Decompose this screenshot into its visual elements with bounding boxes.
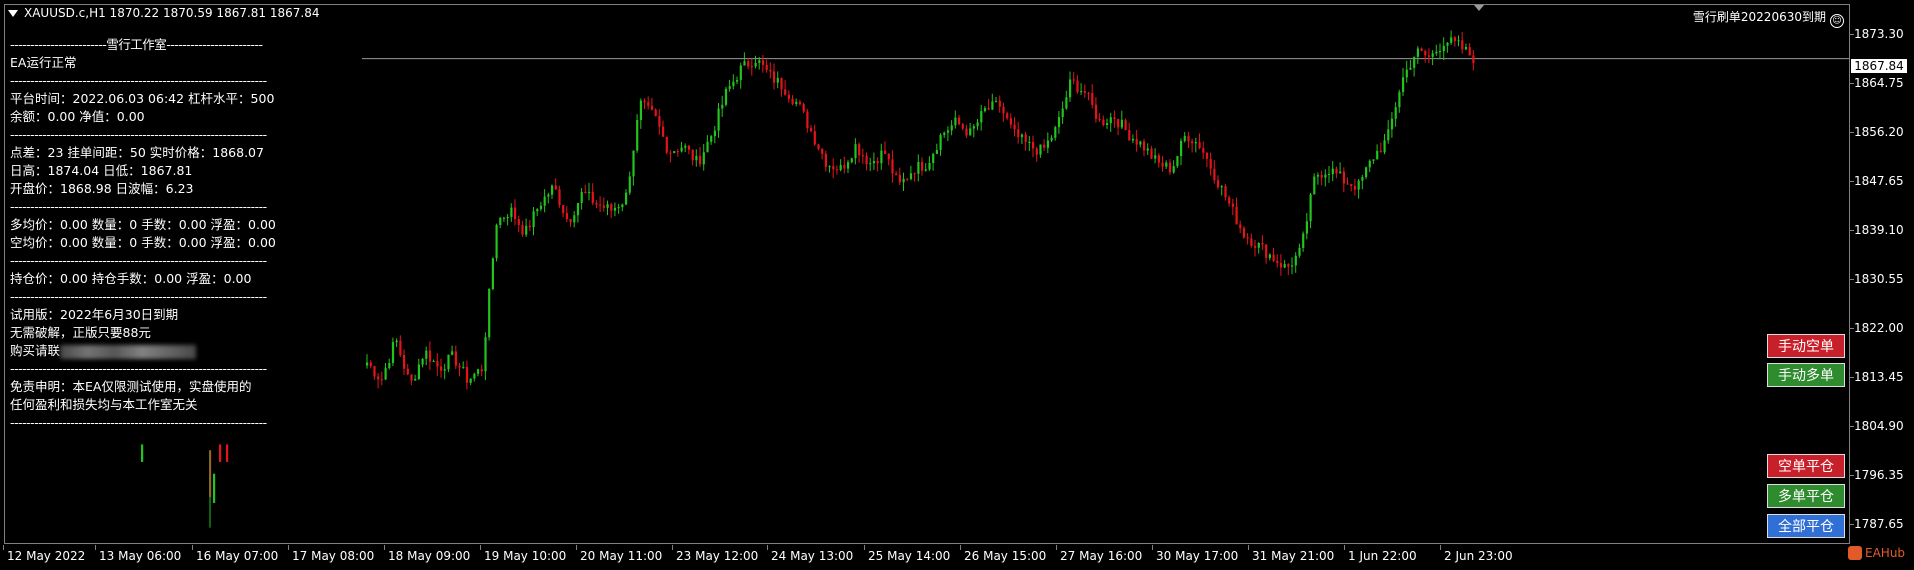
time-tick: 27 May 16:00 <box>1055 545 1143 563</box>
position-info: 持仓价：0.00 持仓手数：0.00 浮盈：0.00 <box>10 271 252 286</box>
price-tick: 1839.10 <box>1850 223 1904 237</box>
separator: ----------------------------------------… <box>10 253 267 268</box>
time-tick: 16 May 07:00 <box>191 545 279 563</box>
time-tick: 31 May 21:00 <box>1247 545 1335 563</box>
logo-text: EAHub <box>1865 546 1906 560</box>
ea-info-panel: ------------------------雪行工作室-----------… <box>10 36 328 432</box>
symbol-header[interactable]: XAUUSD.c,H1 1870.22 1870.59 1867.81 1867… <box>8 6 320 20</box>
price-tick: 1856.20 <box>1850 125 1904 139</box>
short-average: 空均价：0.00 数量：0 手数：0.00 浮盈：0.00 <box>10 235 276 250</box>
trial-info: 试用版：2022年6月30日到期 <box>10 307 179 322</box>
price-tick: 1787.65 <box>1850 517 1904 531</box>
smiley-icon: ☺ <box>1830 14 1844 28</box>
time-tick: 26 May 15:00 <box>959 545 1047 563</box>
close-buy-button[interactable]: 多单平仓 <box>1767 484 1845 508</box>
eahub-logo-icon <box>1848 546 1862 560</box>
time-tick: 1 Jun 22:00 <box>1344 545 1417 563</box>
symbol-quote: XAUUSD.c,H1 1870.22 1870.59 1867.81 1867… <box>24 6 320 20</box>
time-tick: 12 May 2022 <box>2 545 86 563</box>
separator-title: ------------------------雪行工作室-----------… <box>10 37 263 52</box>
price-info: 无需破解，正版只要88元 <box>10 325 151 340</box>
eahub-logo: EAHub <box>1848 546 1905 560</box>
price-tick: 1873.30 <box>1850 27 1904 41</box>
close-sell-button[interactable]: 空单平仓 <box>1767 454 1845 478</box>
separator: ----------------------------------------… <box>10 73 267 88</box>
time-tick: 13 May 06:00 <box>94 545 182 563</box>
separator: ----------------------------------------… <box>10 199 267 214</box>
current-price-tag: 1867.84 <box>1851 59 1907 73</box>
time-tick: 25 May 14:00 <box>863 545 951 563</box>
expiry-label: 雪行刷单20220630到期 ☺ <box>1693 8 1844 28</box>
manual-buy-button[interactable]: 手动多单 <box>1767 363 1845 387</box>
contact-label: 购买请联 <box>10 343 61 358</box>
open-range: 开盘价：1868.98 日波幅：6.23 <box>10 181 194 196</box>
time-tick: 19 May 10:00 <box>479 545 567 563</box>
time-axis[interactable]: 12 May 2022 13 May 06:00 16 May 07:00 17… <box>0 545 1914 570</box>
price-tick: 1847.65 <box>1850 174 1904 188</box>
time-tick: 17 May 08:00 <box>287 545 375 563</box>
disclaimer-line-2: 任何盈利和损失均与本工作室无关 <box>10 397 198 412</box>
disclaimer-line-1: 免责申明：本EA仅限测试使用，实盘使用的 <box>10 379 252 394</box>
blurred-contact <box>60 344 197 359</box>
price-tick: 1813.45 <box>1850 370 1904 384</box>
price-tick: 1804.90 <box>1850 419 1904 433</box>
time-tick: 23 May 12:00 <box>671 545 759 563</box>
price-tick: 1822.00 <box>1850 321 1904 335</box>
contact-info: 购买请联 <box>10 342 328 360</box>
time-tick: 18 May 09:00 <box>383 545 471 563</box>
time-tick: 30 May 17:00 <box>1151 545 1239 563</box>
manual-sell-button[interactable]: 手动空单 <box>1767 334 1845 358</box>
price-tick: 1830.55 <box>1850 272 1904 286</box>
price-tick: 1796.35 <box>1850 468 1904 482</box>
time-tick: 24 May 13:00 <box>766 545 854 563</box>
separator: ----------------------------------------… <box>10 415 267 430</box>
spread-info: 点差：23 挂单间距：50 实时价格：1868.07 <box>10 145 264 160</box>
price-tick: 1864.75 <box>1850 76 1904 90</box>
separator: ----------------------------------------… <box>10 289 267 304</box>
dropdown-triangle-icon[interactable] <box>8 10 18 17</box>
day-high-low: 日高：1874.04 日低：1867.81 <box>10 163 193 178</box>
platform-time: 平台时间：2022.06.03 06:42 杠杆水平：500 <box>10 91 275 106</box>
ea-status: EA运行正常 <box>10 55 77 70</box>
separator: ----------------------------------------… <box>10 127 267 142</box>
time-tick: 2 Jun 23:00 <box>1440 545 1513 563</box>
expiry-text: 雪行刷单20220630到期 <box>1692 10 1826 24</box>
time-tick: 20 May 11:00 <box>575 545 663 563</box>
balance-equity: 余额：0.00 净值：0.00 <box>10 109 145 124</box>
long-average: 多均价：0.00 数量：0 手数：0.00 浮盈：0.00 <box>10 217 276 232</box>
close-all-button[interactable]: 全部平仓 <box>1767 514 1845 538</box>
separator: ----------------------------------------… <box>10 361 267 376</box>
price-axis[interactable]: 1873.30 1864.75 1856.20 1847.65 1839.10 … <box>1850 0 1914 545</box>
